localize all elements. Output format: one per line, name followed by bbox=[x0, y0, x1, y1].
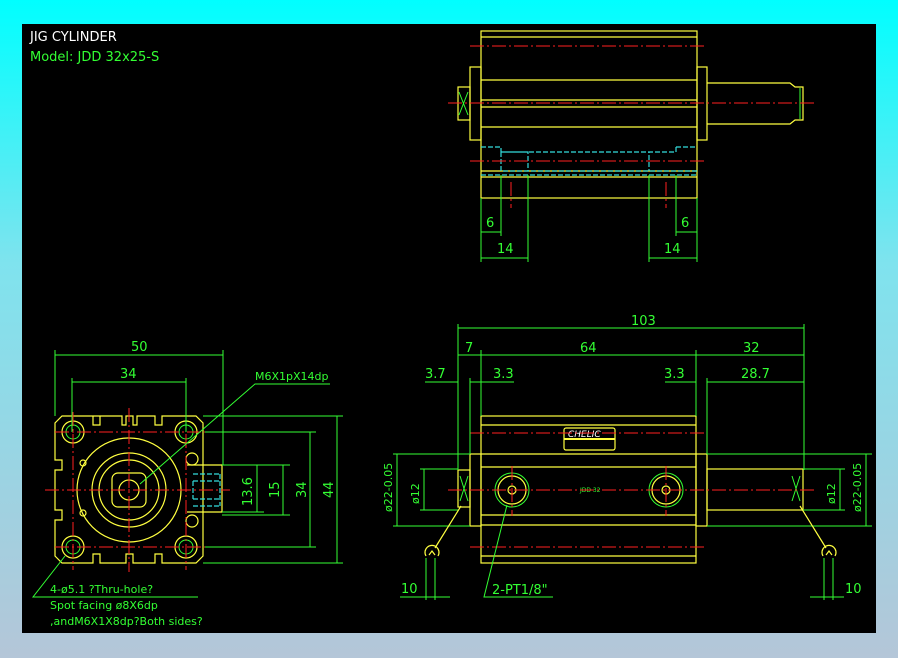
drawing-canvas: JIG CYLINDER Model: JDD 32x25-S 6 14 6 1… bbox=[22, 24, 876, 633]
dim-34-horizontal: 34 bbox=[120, 367, 137, 382]
dim-14-right: 14 bbox=[664, 242, 681, 257]
nameplate-brand: CHELIC bbox=[568, 430, 601, 440]
dim-64: 64 bbox=[580, 341, 597, 356]
top-view: 6 14 6 14 bbox=[448, 30, 815, 262]
dim-6-right: 6 bbox=[681, 216, 689, 231]
wrench-symbol-right bbox=[799, 505, 844, 600]
dim-14-left: 14 bbox=[497, 242, 514, 257]
dim-32: 32 bbox=[743, 341, 760, 356]
thread-callout: M6X1pX14dp bbox=[255, 370, 329, 383]
model-label: Model: JDD 32x25-S bbox=[30, 50, 159, 65]
dim-3-3-right: 3.3 bbox=[664, 367, 685, 382]
hole-note-line-1: 4-ø5.1 ?Thru-hole? bbox=[50, 583, 153, 596]
hole-note-line-3: ,andM6X1X8dp?Both sides? bbox=[50, 615, 203, 628]
dim-44: 44 bbox=[322, 481, 337, 498]
dim-10-left: 10 bbox=[401, 582, 418, 597]
dim-dia12-left: ø12 bbox=[409, 483, 422, 504]
dim-3-7: 3.7 bbox=[425, 367, 446, 382]
dim-dia22-right: ø22-0.05 bbox=[851, 463, 864, 512]
dim-10-right: 10 bbox=[845, 582, 862, 597]
port-callout: 2-PT1/8" bbox=[492, 583, 548, 598]
dim-6-left: 6 bbox=[486, 216, 494, 231]
cad-drawing: JIG CYLINDER Model: JDD 32x25-S 6 14 6 1… bbox=[29, 30, 872, 628]
dim-dia12-right: ø12 bbox=[825, 483, 838, 504]
dim-7: 7 bbox=[465, 341, 473, 356]
dim-3-3-left: 3.3 bbox=[493, 367, 514, 382]
dim-dia22-left: ø22-0.05 bbox=[382, 463, 395, 512]
drawing-title: JIG CYLINDER bbox=[29, 30, 117, 45]
front-view: 50 34 13.6 15 34 44 M6X1pX14dp 4-ø5.1 ?T… bbox=[31, 340, 343, 628]
hole-note-line-2: Spot facing ø8X6dp bbox=[50, 599, 158, 612]
side-view: CHELIC JDD 32 103 7 64 32 3.7 3.3 3.3 28… bbox=[382, 314, 872, 600]
dim-28-7: 28.7 bbox=[741, 367, 770, 382]
dim-50: 50 bbox=[131, 340, 148, 355]
dim-34-vertical: 34 bbox=[295, 481, 310, 498]
dim-15: 15 bbox=[268, 481, 283, 498]
nameplate: CHELIC bbox=[563, 427, 616, 451]
dim-103: 103 bbox=[631, 314, 656, 329]
dim-13-6: 13.6 bbox=[241, 477, 256, 506]
